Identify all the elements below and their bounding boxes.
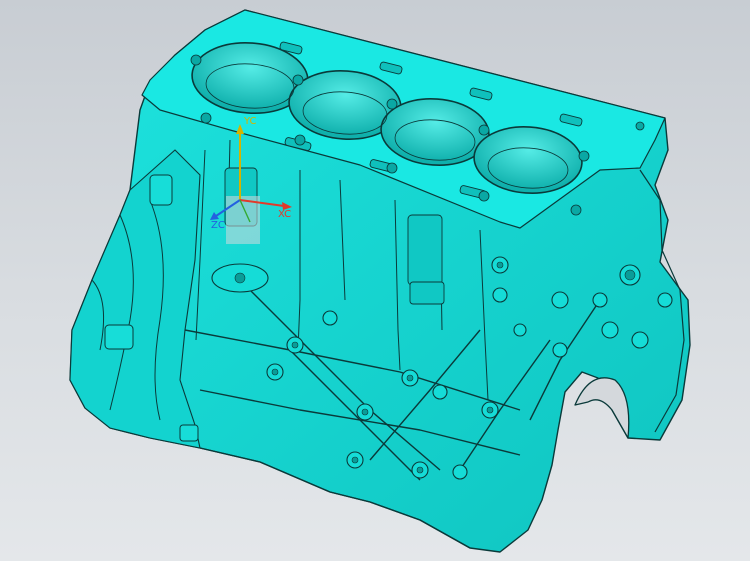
cad-viewport[interactable]: XC YC ZC bbox=[0, 0, 750, 561]
triad-z-label: ZC bbox=[211, 220, 225, 231]
triad-x-label: XC bbox=[278, 209, 292, 220]
coordinate-triad bbox=[210, 124, 292, 244]
triad-y-label: YC bbox=[244, 116, 257, 127]
triad-origin-marker bbox=[226, 196, 260, 244]
